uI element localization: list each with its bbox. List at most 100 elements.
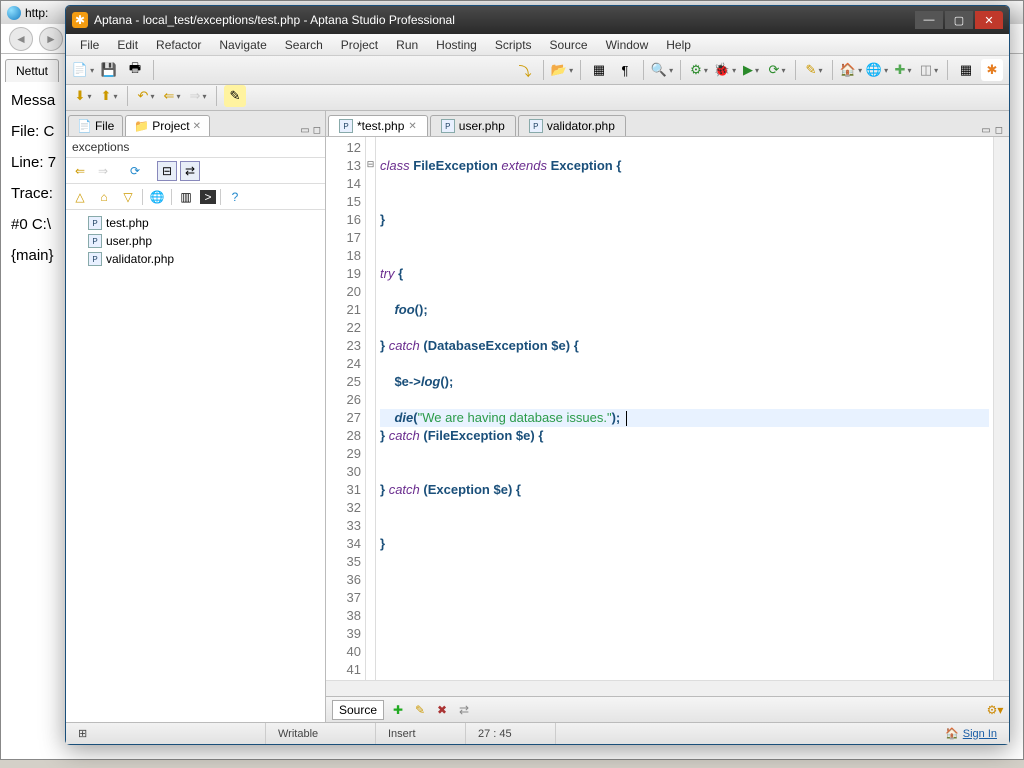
- nav-fwd-icon[interactable]: ⇒: [93, 161, 113, 181]
- close-tab-icon[interactable]: ✕: [193, 121, 201, 132]
- menu-source[interactable]: Source: [542, 36, 596, 54]
- code-line[interactable]: [380, 283, 989, 301]
- run-menu-button[interactable]: ▶: [740, 59, 762, 81]
- collapse-all-icon[interactable]: ⊟: [157, 161, 177, 181]
- delete-icon[interactable]: ✖: [434, 702, 450, 718]
- terminal1-icon[interactable]: ▥: [176, 187, 196, 207]
- link-icon[interactable]: ⇄: [456, 702, 472, 718]
- back-nav-button[interactable]: ⇐: [161, 85, 183, 107]
- menu-edit[interactable]: Edit: [109, 36, 146, 54]
- bg-tab[interactable]: Nettut: [5, 59, 59, 82]
- open-type-button[interactable]: 📂: [551, 59, 573, 81]
- task-icon[interactable]: ▦: [588, 59, 610, 81]
- code-line[interactable]: foo();: [380, 301, 989, 319]
- close-tab-icon[interactable]: ✕: [408, 121, 416, 132]
- layers-menu-button[interactable]: ◫: [918, 59, 940, 81]
- code-line[interactable]: [380, 463, 989, 481]
- code-line[interactable]: [380, 175, 989, 193]
- code-line[interactable]: } catch (FileException $e) {: [380, 427, 989, 445]
- home-menu-button[interactable]: 🏠: [840, 59, 862, 81]
- aptana-perspective-button[interactable]: ✱: [981, 59, 1003, 81]
- editor-max-icon[interactable]: ◻: [995, 125, 1003, 136]
- print-button[interactable]: 🖶: [124, 59, 146, 81]
- tree-item[interactable]: Pvalidator.php: [68, 250, 323, 268]
- code-line[interactable]: [380, 319, 989, 337]
- fwd-nav-button[interactable]: ⇒: [187, 85, 209, 107]
- vertical-scrollbar[interactable]: [993, 137, 1009, 680]
- panel-min-icon[interactable]: ▭: [300, 125, 309, 136]
- help-icon[interactable]: ?: [225, 187, 245, 207]
- code-line[interactable]: die("We are having database issues.");: [380, 409, 989, 427]
- code-line[interactable]: [380, 229, 989, 247]
- editor-tab[interactable]: Pvalidator.php: [518, 115, 626, 136]
- bug-menu-button[interactable]: 🐞: [714, 59, 736, 81]
- nav-back-icon[interactable]: ⇐: [70, 161, 90, 181]
- code-line[interactable]: try {: [380, 265, 989, 283]
- sign-in-link[interactable]: Sign In: [963, 728, 997, 740]
- menu-scripts[interactable]: Scripts: [487, 36, 540, 54]
- close-button[interactable]: ✕: [975, 11, 1003, 29]
- editor-tab[interactable]: P*test.php✕: [328, 115, 428, 136]
- ext-tools-button[interactable]: ⚙: [688, 59, 710, 81]
- code-line[interactable]: [380, 625, 989, 643]
- globe-menu-button[interactable]: 🌐: [866, 59, 888, 81]
- code-line[interactable]: [380, 499, 989, 517]
- tree-item[interactable]: Puser.php: [68, 232, 323, 250]
- code-line[interactable]: [380, 661, 989, 679]
- code-line[interactable]: } catch (DatabaseException $e) {: [380, 337, 989, 355]
- code-line[interactable]: [380, 193, 989, 211]
- run-last-button[interactable]: ⟳: [766, 59, 788, 81]
- code-editor[interactable]: class FileException extends Exception {}…: [376, 137, 993, 680]
- menu-help[interactable]: Help: [658, 36, 699, 54]
- code-line[interactable]: [380, 571, 989, 589]
- up-arrow-button[interactable]: ⬆: [98, 85, 120, 107]
- maximize-button[interactable]: ▢: [945, 11, 973, 29]
- title-bar[interactable]: ✱ Aptana - local_test/exceptions/test.ph…: [66, 6, 1009, 34]
- code-line[interactable]: [380, 607, 989, 625]
- puzzle-menu-button[interactable]: ✚: [892, 59, 914, 81]
- code-line[interactable]: [380, 643, 989, 661]
- file-tab[interactable]: 📄File: [68, 115, 123, 136]
- code-line[interactable]: [380, 517, 989, 535]
- save-button[interactable]: 💾: [98, 59, 120, 81]
- fold-gutter[interactable]: ⊟: [366, 137, 376, 680]
- para-icon[interactable]: ¶: [614, 59, 636, 81]
- menu-window[interactable]: Window: [598, 36, 657, 54]
- code-line[interactable]: [380, 391, 989, 409]
- link-editor-icon[interactable]: ⇄: [180, 161, 200, 181]
- code-line[interactable]: [380, 445, 989, 463]
- home-icon[interactable]: ⌂: [94, 187, 114, 207]
- menu-refactor[interactable]: Refactor: [148, 36, 209, 54]
- code-line[interactable]: class FileException extends Exception {: [380, 157, 989, 175]
- code-line[interactable]: }: [380, 535, 989, 553]
- project-tab[interactable]: 📁Project✕: [125, 115, 210, 136]
- launch-menu-button[interactable]: ✎: [803, 59, 825, 81]
- menu-file[interactable]: File: [72, 36, 107, 54]
- down-icon[interactable]: ▽: [118, 187, 138, 207]
- undo-nav-button[interactable]: ↶: [135, 85, 157, 107]
- horizontal-scrollbar[interactable]: [326, 680, 1009, 696]
- new-button[interactable]: 📄: [72, 59, 94, 81]
- minimize-button[interactable]: —: [915, 11, 943, 29]
- debug-step-icon[interactable]: ⤵: [514, 59, 536, 81]
- code-line[interactable]: $e->log();: [380, 373, 989, 391]
- perspective-button[interactable]: ▦: [955, 59, 977, 81]
- code-line[interactable]: }: [380, 211, 989, 229]
- back-icon[interactable]: ◄: [9, 27, 33, 51]
- menu-search[interactable]: Search: [277, 36, 331, 54]
- menu-project[interactable]: Project: [333, 36, 386, 54]
- code-line[interactable]: [380, 589, 989, 607]
- editor-tab[interactable]: Puser.php: [430, 115, 516, 136]
- highlight-button[interactable]: ✎: [224, 85, 246, 107]
- down-arrow-button[interactable]: ⬇: [72, 85, 94, 107]
- edit-icon[interactable]: ✎: [412, 702, 428, 718]
- forward-icon[interactable]: ►: [39, 27, 63, 51]
- refresh-icon[interactable]: ⟳: [125, 161, 145, 181]
- globe-icon[interactable]: 🌐: [147, 187, 167, 207]
- editor-min-icon[interactable]: ▭: [981, 125, 990, 136]
- terminal2-icon[interactable]: >: [200, 190, 216, 204]
- code-line[interactable]: [380, 139, 989, 157]
- tree-item[interactable]: Ptest.php: [68, 214, 323, 232]
- code-line[interactable]: } catch (Exception $e) {: [380, 481, 989, 499]
- menu-hosting[interactable]: Hosting: [428, 36, 485, 54]
